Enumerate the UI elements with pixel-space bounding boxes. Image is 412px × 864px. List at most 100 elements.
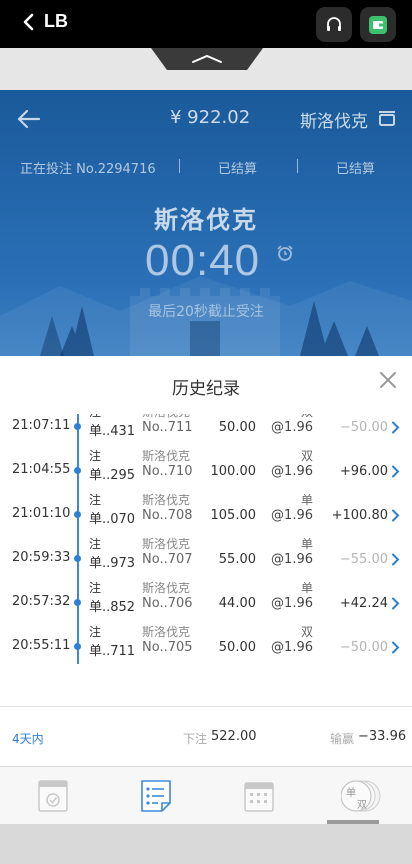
close-icon[interactable] [378, 370, 398, 390]
row-issue: No..710 [142, 464, 193, 479]
bet-result: −50.00 [339, 420, 388, 435]
wallet-button[interactable] [360, 7, 396, 42]
timeline-dot [74, 423, 81, 430]
chevron-right-icon[interactable] [391, 553, 400, 566]
bet-label: 注 [89, 537, 102, 551]
calendar-icon[interactable] [243, 779, 275, 813]
bet-result: −55.00 [339, 552, 388, 567]
bet-id: 单..711 [89, 644, 136, 659]
cutoff-notice: 最后20秒截止受注 [148, 304, 264, 320]
app-top-bar: LB [0, 0, 412, 48]
bet-selection: 单 [300, 493, 313, 507]
bet-selection: 双 [300, 625, 313, 639]
bet-amount: 44.00 [218, 596, 256, 611]
document-check-icon[interactable] [37, 779, 69, 813]
bet-id: 单..973 [89, 556, 136, 571]
bet-odds: @1.96 [271, 464, 313, 479]
chevron-right-icon[interactable] [391, 421, 400, 434]
row-time: 21:07:11 [12, 418, 71, 433]
row-time: 21:04:55 [12, 462, 71, 477]
bet-odds: @1.96 [271, 508, 313, 523]
bet-result: +42.24 [339, 596, 388, 611]
row-time: 20:57:32 [12, 594, 71, 609]
balance-amount: ¥ 922.02 [170, 107, 251, 128]
bet-selection: 双 [300, 449, 313, 463]
layers-icon[interactable] [378, 109, 396, 127]
bet-id: 单..295 [89, 468, 136, 483]
row-issue: No..711 [142, 420, 193, 435]
bet-amount: 55.00 [218, 552, 256, 567]
history-sheet: 历史纪录 21:07:11注单..431斯洛伐克No..71150.00双@1.… [0, 356, 412, 766]
summary-bar: 4天内 下注 522.00 输赢 −33.96 [0, 706, 412, 766]
row-issue: No..706 [142, 596, 193, 611]
stake-value: 522.00 [211, 729, 257, 744]
odd-even-badge-icon[interactable]: 单 双 [341, 778, 381, 814]
alarm-clock-icon [277, 245, 293, 261]
chevron-right-icon[interactable] [391, 597, 400, 610]
timeline-dot [74, 643, 81, 650]
round-status-bar: 正在投注 No.2294716 已结算 已结算 [0, 156, 412, 178]
history-row[interactable]: 20:57:32 注单..852 斯洛伐克 No..706 44.00 单 @1.96 +42… [0, 576, 412, 620]
bet-amount: 50.00 [218, 420, 256, 435]
arrow-left-icon[interactable] [16, 108, 42, 130]
headset-icon [327, 16, 341, 31]
row-issue: No..705 [142, 640, 193, 655]
support-button[interactable] [316, 7, 352, 42]
bet-odds: @1.96 [271, 640, 313, 655]
timeline-dot [74, 467, 81, 474]
pull-tab-handle[interactable] [151, 48, 263, 70]
bet-result: −50.00 [339, 640, 388, 655]
bet-label: 注 [89, 625, 102, 639]
bet-result: +100.80 [331, 508, 388, 523]
bet-selection: 单 [300, 581, 313, 595]
bet-result: +96.00 [339, 464, 388, 479]
bet-amount: 105.00 [210, 508, 257, 523]
bet-odds: @1.96 [271, 596, 313, 611]
chevron-right-icon[interactable] [391, 641, 400, 654]
row-game: 斯洛伐克 [142, 449, 191, 463]
row-game: 斯洛伐克 [142, 537, 191, 551]
history-row[interactable]: 21:04:55 注单..295 斯洛伐克 No..710 100.00 双 @1.96 +9… [0, 444, 412, 488]
game-header: ¥ 922.02 斯洛伐克 正在投注 No.2294716 已结算 已结算 斯洛… [0, 90, 412, 356]
bet-amount: 50.00 [218, 640, 256, 655]
row-time: 21:01:10 [12, 506, 71, 521]
bet-selection: 单 [300, 537, 313, 551]
settled-status-1: 已结算 [218, 162, 258, 177]
list-note-icon[interactable] [140, 779, 172, 813]
history-row[interactable]: 20:55:11 注单..711 斯洛伐克 No..705 50.00 双 @1.96 −50… [0, 620, 412, 664]
history-row[interactable]: 20:59:33 注单..973 斯洛伐克 No..707 55.00 单 @1.96 −55… [0, 532, 412, 576]
row-time: 20:59:33 [12, 550, 71, 565]
odd-label: 单 [346, 788, 356, 799]
bet-label: 注 [89, 493, 102, 507]
history-row[interactable]: 21:01:10 注单..070 斯洛伐克 No..708 105.00 单 @1.96 +1… [0, 488, 412, 532]
sheet-title: 历史纪录 [172, 379, 240, 399]
back-button[interactable]: LB [22, 11, 68, 32]
history-list[interactable]: 21:07:11注单..431斯洛伐克No..71150.00双@1.96−50… [0, 414, 412, 706]
chevron-right-icon[interactable] [391, 465, 400, 478]
chevron-right-icon[interactable] [391, 509, 400, 522]
back-label: LB [44, 11, 68, 31]
game-title: 斯洛伐克 [154, 206, 258, 234]
bet-label: 注 [89, 581, 102, 595]
countdown-timer: 00:40 [145, 236, 261, 285]
bet-odds: @1.96 [271, 420, 313, 435]
divider [297, 159, 298, 173]
even-label: 双 [357, 800, 367, 811]
row-issue: No..707 [142, 552, 193, 567]
bet-amount: 100.00 [210, 464, 257, 479]
settled-status-2: 已结算 [336, 162, 376, 177]
profit-loss-label: 输赢 [330, 732, 355, 746]
bottom-navigation: 单 双 [0, 766, 412, 824]
bet-odds: @1.96 [271, 552, 313, 567]
timeline-dot [74, 511, 81, 518]
divider [179, 159, 180, 173]
period-filter[interactable]: 4天内 [12, 730, 44, 747]
history-row[interactable]: 21:07:11注单..431斯洛伐克No..71150.00双@1.96−50… [0, 414, 412, 444]
bet-label: 注 [89, 449, 102, 463]
bet-id: 单..852 [89, 600, 136, 615]
bet-id: 单..070 [89, 512, 136, 527]
timeline-dot [74, 555, 81, 562]
bet-id: 单..431 [89, 424, 136, 439]
row-time: 20:55:11 [12, 638, 71, 653]
row-game: 斯洛伐克 [142, 493, 191, 507]
